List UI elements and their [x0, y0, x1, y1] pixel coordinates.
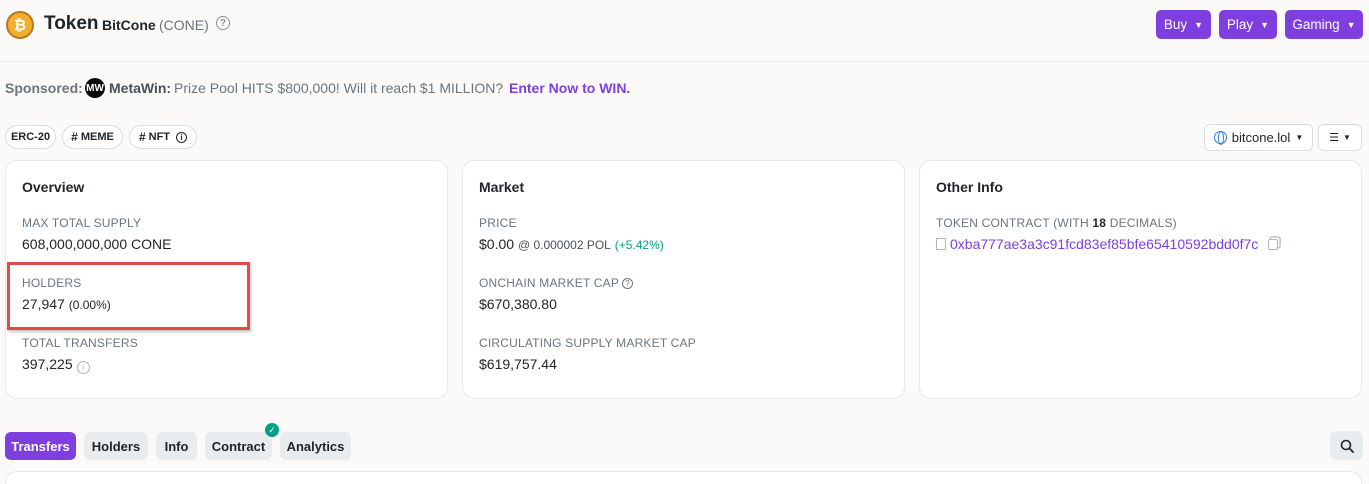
chevron-down-icon: ▼	[1346, 19, 1356, 30]
header-divider	[0, 61, 1369, 62]
sponsor-link[interactable]: Enter Now to WIN.	[509, 80, 630, 96]
search-button[interactable]	[1330, 431, 1363, 460]
question-icon[interactable]: ?	[216, 16, 230, 30]
market-cap-value: $670,380.80	[479, 296, 557, 312]
sponsored-label: Sponsored:	[5, 80, 83, 96]
chevron-down-icon: ▼	[1295, 133, 1304, 142]
gaming-button[interactable]: Gaming ▼	[1285, 10, 1363, 39]
token-symbol: (CONE)	[159, 17, 209, 33]
holders-highlight-box	[7, 262, 250, 330]
transfers-label: TOTAL TRANSFERS	[22, 336, 138, 350]
sponsor-brand[interactable]: MetaWin:	[109, 80, 171, 96]
tag-erc20[interactable]: ERC-20	[5, 125, 56, 149]
chevron-down-icon: ▼	[1342, 133, 1351, 142]
tab-info[interactable]: Info	[156, 432, 197, 460]
info-icon[interactable]: i	[76, 360, 90, 374]
tab-contract[interactable]: Contract	[205, 432, 272, 460]
token-logo-icon: ₿	[6, 11, 34, 39]
transfers-value: 397,225 i	[22, 356, 90, 374]
tab-holders[interactable]: Holders	[84, 432, 148, 460]
checklist-icon: ☰	[1329, 132, 1339, 144]
price-value: $0.00 @ 0.000002 POL (+5.42%)	[479, 236, 664, 252]
other-info-title: Other Info	[936, 179, 1003, 195]
metawin-logo-icon[interactable]: MW	[85, 78, 105, 98]
chevron-down-icon: ▼	[1260, 19, 1270, 30]
contract-label: TOKEN CONTRACT (WITH 18 DECIMALS)	[936, 216, 1177, 230]
price-change: (+5.42%)	[614, 238, 664, 252]
globe-icon	[1213, 131, 1227, 145]
circ-supply-label: CIRCULATING SUPPLY MARKET CAP	[479, 336, 696, 350]
play-button[interactable]: Play ▼	[1219, 10, 1277, 39]
website-dropdown[interactable]: bitcone.lol ▼	[1204, 124, 1313, 151]
price-label: PRICE	[479, 216, 517, 230]
circ-supply-value: $619,757.44	[479, 356, 557, 372]
question-icon[interactable]: ?	[622, 278, 634, 289]
contract-address-link[interactable]: 0xba777ae3a3c91fcd83ef85bfe65410592bdd0f…	[936, 236, 1279, 252]
transfers-panel	[5, 471, 1362, 484]
hash-icon: #	[138, 130, 146, 144]
price-native: @ 0.000002 POL	[517, 238, 611, 252]
other-info-card: Other Info TOKEN CONTRACT (WITH 18 DECIM…	[919, 160, 1362, 399]
tab-analytics[interactable]: Analytics	[280, 432, 351, 460]
max-supply-value: 608,000,000,000 CONE	[22, 236, 172, 252]
chevron-down-icon: ▼	[1194, 19, 1204, 30]
hash-icon: #	[71, 130, 78, 144]
tag-meme[interactable]: # MEME	[62, 125, 123, 149]
document-icon	[936, 238, 946, 250]
max-supply-label: MAX TOTAL SUPPLY	[22, 216, 142, 230]
market-card: Market PRICE $0.00 @ 0.000002 POL (+5.42…	[462, 160, 905, 399]
options-dropdown[interactable]: ☰ ▼	[1318, 124, 1362, 151]
token-name: BitCone	[102, 17, 156, 33]
copy-icon[interactable]	[1268, 238, 1279, 250]
tab-transfers[interactable]: Transfers	[5, 432, 76, 460]
sponsor-text: Prize Pool HITS $800,000! Will it reach …	[174, 80, 504, 96]
buy-button[interactable]: Buy ▼	[1156, 10, 1211, 39]
search-icon	[1340, 439, 1354, 453]
overview-title: Overview	[22, 179, 85, 195]
page-title: Token	[44, 13, 99, 34]
info-icon: i	[176, 131, 188, 143]
market-cap-label: ONCHAIN MARKET CAP?	[479, 276, 634, 290]
tag-nft[interactable]: # NFT i	[129, 125, 197, 149]
market-title: Market	[479, 179, 525, 195]
verified-check-icon: ✓	[265, 423, 279, 437]
